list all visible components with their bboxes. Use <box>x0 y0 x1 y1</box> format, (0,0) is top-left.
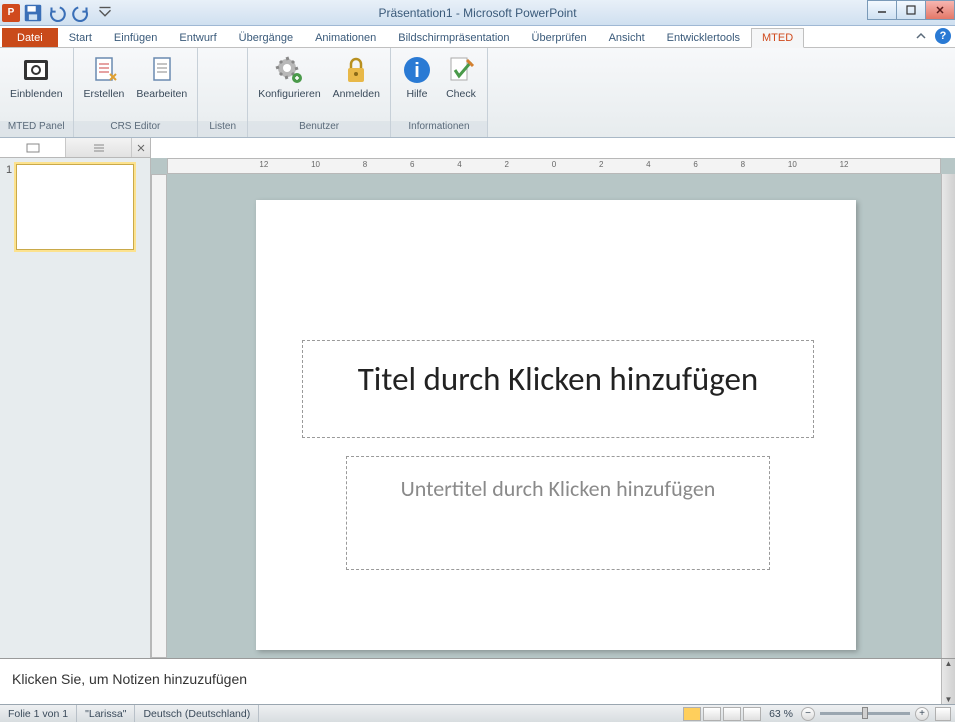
erstellen-button[interactable]: Erstellen <box>78 52 131 102</box>
tab-start[interactable]: Start <box>58 28 103 47</box>
ribbon-group-mted-panel: Einblenden MTED Panel <box>0 48 74 137</box>
ribbon-tabs: Datei Start Einfügen Entwurf Übergänge A… <box>0 26 955 48</box>
slideshow-view-button[interactable] <box>743 707 761 721</box>
minimize-button[interactable] <box>867 0 897 20</box>
status-theme[interactable]: "Larissa" <box>77 705 135 722</box>
outline-tab[interactable] <box>66 138 132 157</box>
reading-view-button[interactable] <box>723 707 741 721</box>
svg-text:i: i <box>414 60 420 82</box>
einblenden-button[interactable]: Einblenden <box>4 52 69 102</box>
slide-number: 1 <box>6 164 12 250</box>
group-label-mted-panel: MTED Panel <box>0 121 73 137</box>
title-placeholder-text: Titel durch Klicken hinzufügen <box>358 359 759 399</box>
erstellen-label: Erstellen <box>84 88 125 100</box>
slide-thumbnail-1[interactable]: 1 <box>6 164 144 250</box>
thumbnail-pane-header <box>0 138 151 158</box>
window-title: Präsentation1 - Microsoft PowerPoint <box>378 6 576 20</box>
ribbon-group-informationen: i Hilfe Check Informationen <box>391 48 488 137</box>
hilfe-button[interactable]: i Hilfe <box>395 52 439 102</box>
save-button[interactable] <box>22 3 44 23</box>
zoom-slider-thumb[interactable] <box>862 707 868 719</box>
slide-editor: 12108642024681012 Titel durch Klicken hi… <box>151 158 955 658</box>
undo-button[interactable] <box>46 3 68 23</box>
tab-entwurf[interactable]: Entwurf <box>168 28 227 47</box>
redo-button[interactable] <box>70 3 92 23</box>
tab-uebergaenge[interactable]: Übergänge <box>228 28 304 47</box>
horizontal-ruler[interactable]: 12108642024681012 <box>167 158 941 174</box>
anmelden-button[interactable]: Anmelden <box>327 52 386 102</box>
einblenden-label: Einblenden <box>10 88 63 100</box>
check-icon <box>445 54 477 86</box>
thumbnail-pane[interactable]: 1 <box>0 158 151 658</box>
hilfe-label: Hilfe <box>406 88 427 100</box>
group-label-listen: Listen <box>198 121 247 137</box>
qat-customize-button[interactable] <box>94 3 116 23</box>
status-bar: Folie 1 von 1 "Larissa" Deutsch (Deutsch… <box>0 704 955 722</box>
check-button[interactable]: Check <box>439 52 483 102</box>
tab-entwicklertools[interactable]: Entwicklertools <box>656 28 751 47</box>
title-placeholder[interactable]: Titel durch Klicken hinzufügen <box>302 340 814 438</box>
document-new-icon <box>88 54 120 86</box>
check-label: Check <box>446 88 476 100</box>
notes-pane: Klicken Sie, um Notizen hinzuzufügen ▲▼ <box>0 658 955 704</box>
close-pane-button[interactable] <box>132 143 150 153</box>
zoom-level[interactable]: 63 % <box>769 708 793 720</box>
tab-animationen[interactable]: Animationen <box>304 28 387 47</box>
subtitle-placeholder[interactable]: Untertitel durch Klicken hinzufügen <box>346 456 770 570</box>
quick-access-toolbar: P <box>0 3 116 23</box>
slides-tab[interactable] <box>0 138 66 157</box>
notes-input[interactable]: Klicken Sie, um Notizen hinzuzufügen <box>0 659 941 704</box>
anmelden-label: Anmelden <box>333 88 380 100</box>
zoom-slider[interactable] <box>820 712 910 715</box>
slide-thumbnail-preview[interactable] <box>16 164 134 250</box>
help-button[interactable]: ? <box>935 28 951 44</box>
bearbeiten-label: Bearbeiten <box>136 88 187 100</box>
tab-mted[interactable]: MTED <box>751 28 804 48</box>
ribbon-group-listen: Listen <box>198 48 248 137</box>
konfigurieren-label: Konfigurieren <box>258 88 320 100</box>
ribbon-group-crs-editor: Erstellen Bearbeiten CRS Editor <box>74 48 199 137</box>
status-slide-info[interactable]: Folie 1 von 1 <box>0 705 77 722</box>
vertical-scrollbar[interactable] <box>941 174 955 658</box>
fit-to-window-button[interactable] <box>935 707 951 721</box>
konfigurieren-button[interactable]: Konfigurieren <box>252 52 326 102</box>
body-area: 1 12108642024681012 Titel durch Klicken … <box>0 138 955 704</box>
notes-scrollbar[interactable]: ▲▼ <box>941 659 955 704</box>
tab-file[interactable]: Datei <box>2 28 58 47</box>
ribbon-group-benutzer: Konfigurieren Anmelden Benutzer <box>248 48 391 137</box>
powerpoint-icon[interactable]: P <box>2 4 20 22</box>
lock-icon <box>340 54 372 86</box>
group-label-benutzer: Benutzer <box>248 121 390 137</box>
ribbon: Einblenden MTED Panel Erstellen Bearbeit… <box>0 48 955 138</box>
tab-einfuegen[interactable]: Einfügen <box>103 28 168 47</box>
zoom-in-button[interactable]: + <box>915 707 929 721</box>
zoom-out-button[interactable]: − <box>801 707 815 721</box>
bearbeiten-button[interactable]: Bearbeiten <box>130 52 193 102</box>
title-bar: P Präsentation1 - Microsoft PowerPoint <box>0 0 955 26</box>
document-edit-icon <box>146 54 178 86</box>
info-icon: i <box>401 54 433 86</box>
maximize-button[interactable] <box>896 0 926 20</box>
window-controls <box>868 0 955 20</box>
group-label-crs-editor: CRS Editor <box>74 121 198 137</box>
minimize-ribbon-button[interactable] <box>913 28 929 44</box>
slide-canvas[interactable]: Titel durch Klicken hinzufügen Untertite… <box>256 200 856 650</box>
gear-icon <box>273 54 305 86</box>
subtitle-placeholder-text: Untertitel durch Klicken hinzufügen <box>401 475 716 502</box>
group-label-informationen: Informationen <box>391 121 487 137</box>
status-language[interactable]: Deutsch (Deutschland) <box>135 705 259 722</box>
panel-icon <box>20 54 52 86</box>
slide-sorter-view-button[interactable] <box>703 707 721 721</box>
tab-bildschirmpraesentation[interactable]: Bildschirmpräsentation <box>387 28 520 47</box>
tab-ueberpruefen[interactable]: Überprüfen <box>521 28 598 47</box>
close-button[interactable] <box>925 0 955 20</box>
vertical-ruler[interactable] <box>151 174 167 658</box>
tab-ansicht[interactable]: Ansicht <box>598 28 656 47</box>
normal-view-button[interactable] <box>683 707 701 721</box>
